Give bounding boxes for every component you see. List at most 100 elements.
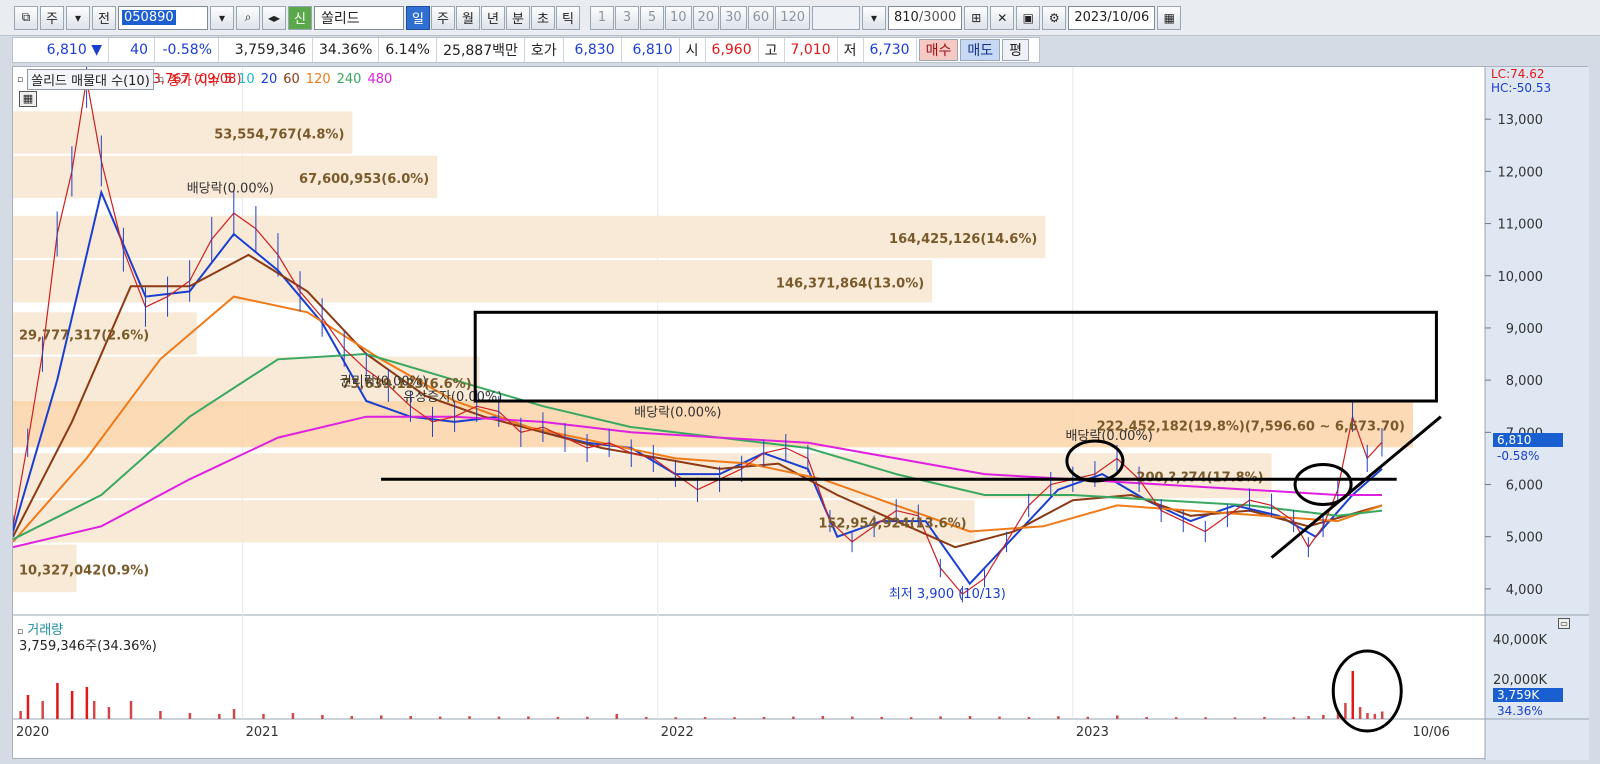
ma-period-label[interactable]: 20 xyxy=(261,72,278,87)
volume-profile-label: 146,371,864(13.0%) xyxy=(776,276,924,291)
period-tab[interactable]: 월 xyxy=(456,5,480,30)
volume-bar xyxy=(1057,716,1060,719)
chevron-down-icon[interactable]: ▾ xyxy=(66,5,90,30)
volume-bar xyxy=(159,711,162,719)
volume-rate: 34.36% xyxy=(313,38,380,62)
volume-bar xyxy=(56,683,59,719)
zoom-in-icon[interactable]: ⊞ xyxy=(964,5,989,30)
price-tick-label: 8,000 xyxy=(1506,374,1543,389)
volume-tick-label: 20,000K xyxy=(1493,673,1547,688)
rights-annotation: 권리락(0.00%) xyxy=(340,374,427,389)
interval-tab[interactable]: 30 xyxy=(720,5,747,30)
type-select[interactable]: 주 xyxy=(40,5,64,30)
volume-bar xyxy=(968,716,972,719)
gear-icon[interactable]: ⚙ xyxy=(1042,5,1067,30)
price-change: 40 xyxy=(109,38,155,62)
current-price: 6,810 ▼ xyxy=(13,38,109,62)
low-label: 저 xyxy=(838,38,864,62)
custom-interval-input[interactable] xyxy=(812,5,861,30)
lc-label: LC:74.62 xyxy=(1491,67,1545,81)
volume-bar xyxy=(674,717,677,719)
interval-tab[interactable]: 120 xyxy=(775,5,811,30)
period-tab[interactable]: 주 xyxy=(431,5,455,30)
main-toolbar: ⧉ 주 ▾ 전 050890 ▾ ⌕ ◂▸ 신 쏠리드 일주월년분초틱 1351… xyxy=(0,0,1600,36)
table-icon[interactable]: ▦ xyxy=(19,91,37,107)
volume-bar xyxy=(262,714,265,719)
volume-bar xyxy=(129,701,133,719)
volume-bar xyxy=(188,713,192,719)
volume-tick-label: 40,000K xyxy=(1493,633,1547,648)
volume-bar xyxy=(1204,717,1207,719)
volume-bar xyxy=(409,716,412,719)
volume-bar xyxy=(1027,717,1031,719)
volume-bar xyxy=(497,716,501,719)
volume-bar xyxy=(438,716,442,719)
period-tab[interactable]: 분 xyxy=(506,5,530,30)
interval-tab[interactable]: 5 xyxy=(640,5,664,30)
layout-icon[interactable]: ⧉ xyxy=(14,5,38,30)
chart-area[interactable]: 13,00012,00011,00010,0009,0008,0007,0006… xyxy=(12,50,1589,760)
interval-tab[interactable]: 20 xyxy=(692,5,720,30)
period-tab[interactable]: 일 xyxy=(406,5,430,30)
calendar-icon[interactable]: ▦ xyxy=(1157,5,1182,30)
period-tab[interactable]: 초 xyxy=(531,5,555,30)
turnover-rate: 6.14% xyxy=(379,38,437,62)
volume-bar xyxy=(1380,711,1384,719)
prev-button[interactable]: 전 xyxy=(92,5,116,30)
code-dropdown-icon[interactable]: ▾ xyxy=(210,5,234,30)
resistance-box xyxy=(473,310,1438,403)
ma-period-label[interactable]: 240 xyxy=(337,72,362,87)
save-icon[interactable]: ▣ xyxy=(1016,5,1041,30)
volume-bar xyxy=(792,716,795,719)
volume-bar xyxy=(556,717,560,719)
indicator-name[interactable]: 쏠리드 매물대 수(10) xyxy=(27,69,154,90)
volume-profile-label: 67,600,953(6.0%) xyxy=(299,172,429,187)
volume-profile-band xyxy=(13,453,1272,499)
stock-code-input[interactable]: 050890 xyxy=(118,5,208,30)
dividend-annotation: 배당락(0.00%) xyxy=(634,406,721,421)
ma-period-label[interactable]: 120 xyxy=(306,72,331,87)
quote-bar: 6,810 ▼ 40 -0.58% 3,759,346 34.36% 6.14%… xyxy=(12,37,1040,63)
search-icon[interactable]: ⌕ xyxy=(236,5,260,30)
price-tick-label: 5,000 xyxy=(1506,531,1543,546)
volume-bar xyxy=(350,716,354,719)
volume-bar xyxy=(321,715,324,719)
count-field[interactable]: 810/3000 xyxy=(888,5,963,30)
bid-price-1: 6,830 xyxy=(564,38,622,62)
ma-period-label[interactable]: 480 xyxy=(367,72,392,87)
trade-amount: 25,887백만 xyxy=(437,38,525,62)
ma-period-label[interactable]: 60 xyxy=(283,72,300,87)
current-change-tag: -0.58% xyxy=(1497,449,1540,463)
volume-bar xyxy=(291,713,295,719)
price-volume-chart[interactable]: 13,00012,00011,00010,0009,0008,0007,0006… xyxy=(12,50,1589,760)
volume-bar xyxy=(586,716,589,719)
flat-button[interactable]: 평 xyxy=(1002,39,1030,61)
buy-button[interactable]: 매수 xyxy=(918,39,959,61)
price-tick-label: 10,000 xyxy=(1498,270,1544,285)
volume-bar xyxy=(1263,717,1266,719)
bid-label: 호가 xyxy=(525,38,564,62)
change-rate: -0.58% xyxy=(155,38,219,62)
stock-name-field[interactable]: 쏠리드 xyxy=(314,5,404,30)
interval-dropdown-icon[interactable]: ▾ xyxy=(862,5,887,30)
sell-button[interactable]: 매도 xyxy=(960,39,1001,61)
volume-bar xyxy=(880,717,883,719)
interval-tab[interactable]: 60 xyxy=(747,5,775,30)
interval-tab[interactable]: 3 xyxy=(615,5,639,30)
legend-bullet-icon: ▫ xyxy=(17,74,24,85)
date-field[interactable]: 2023/10/06 xyxy=(1068,5,1156,30)
bid-price-2: 6,810 xyxy=(622,38,680,62)
crosshair-icon[interactable]: ✕ xyxy=(990,5,1015,30)
volume-bar xyxy=(939,716,942,719)
x-tick-label: 2023 xyxy=(1076,725,1109,740)
period-tab[interactable]: 틱 xyxy=(556,5,580,30)
period-tab[interactable]: 년 xyxy=(481,5,505,30)
volume-bar xyxy=(1233,717,1237,719)
interval-tab[interactable]: 1 xyxy=(590,5,614,30)
ma-period-label[interactable]: 10 xyxy=(238,72,255,87)
ma-period-label[interactable]: 5 xyxy=(224,72,232,87)
interval-tab[interactable]: 10 xyxy=(665,5,692,30)
collapse-icon[interactable]: ▭ xyxy=(1558,618,1570,629)
volume-bar xyxy=(821,716,825,719)
speaker-icon[interactable]: ◂▸ xyxy=(262,5,286,30)
